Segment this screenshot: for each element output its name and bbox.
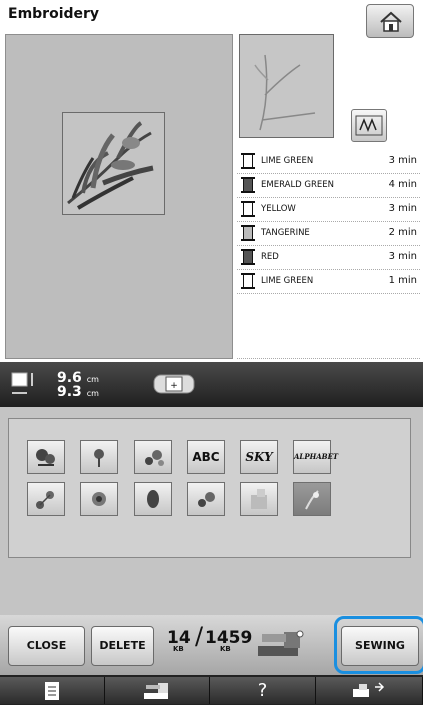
thread-minutes: 3 min	[388, 155, 417, 166]
memory-used-unit: KB	[173, 645, 184, 653]
svg-text:+: +	[170, 381, 178, 391]
thread-spool-icon	[241, 249, 255, 265]
flower-pattern-icon	[36, 491, 54, 509]
design-size-icon	[11, 372, 35, 398]
thread-spool-icon	[241, 273, 255, 289]
pattern-tile-sky[interactable]: SKY	[240, 440, 278, 474]
nav-machine-button[interactable]	[105, 677, 210, 704]
memory-separator: /	[195, 622, 204, 650]
thread-spool-icon	[241, 153, 255, 169]
thread-name: LIME GREEN	[261, 156, 314, 166]
delete-button[interactable]: DELETE	[91, 626, 154, 666]
thread-name: RED	[261, 252, 279, 262]
flower-pattern-icon	[251, 489, 267, 509]
flower-pattern-icon	[94, 449, 104, 467]
thread-name: LIME GREEN	[261, 276, 314, 286]
thread-minutes: 2 min	[388, 227, 417, 238]
nav-settings-button[interactable]	[316, 677, 423, 704]
thread-minutes: 1 min	[388, 275, 417, 286]
thread-row: LIME GREEN 1 min	[237, 270, 420, 294]
thread-row: RED 3 min	[237, 246, 420, 270]
pattern-tile-abc[interactable]: ABC	[187, 440, 225, 474]
sewing-machine-icon	[144, 683, 168, 699]
thread-row: LIME GREEN 3 min	[237, 150, 420, 174]
sewing-button[interactable]: SEWING	[341, 626, 419, 666]
thread-row: EMERALD GREEN 4 min	[237, 174, 420, 198]
pattern-tile-selected[interactable]	[293, 482, 331, 516]
pattern-tile[interactable]	[80, 482, 118, 516]
thread-spool-icon	[241, 201, 255, 217]
help-icon: ?	[257, 680, 268, 701]
thread-row: YELLOW 3 min	[237, 198, 420, 222]
close-button[interactable]: CLOSE	[8, 626, 85, 666]
flower-pattern-icon	[145, 450, 164, 466]
thread-display-toggle-button[interactable]	[351, 109, 387, 142]
flower-pattern-icon	[147, 490, 159, 508]
pattern-tile[interactable]	[187, 482, 225, 516]
thread-list-empty-row	[237, 330, 420, 359]
page-title: Embroidery	[8, 6, 100, 22]
design-thumbnail	[239, 34, 334, 138]
pattern-tile[interactable]	[134, 440, 172, 474]
embroidery-design	[62, 112, 165, 215]
embroidery-frame-icon: +	[150, 373, 206, 395]
home-button[interactable]	[366, 4, 414, 38]
machine-settings-icon	[353, 682, 385, 697]
thread-row: TANGERINE 2 min	[237, 222, 420, 246]
memory-total-unit: KB	[220, 645, 231, 653]
design-height: 9.3 cm	[57, 384, 99, 400]
flower-pattern-icon	[92, 492, 106, 506]
pattern-tile-alphabet[interactable]: ALPHABET	[293, 440, 338, 474]
pattern-tile[interactable]	[27, 482, 65, 516]
pattern-tile[interactable]	[80, 440, 118, 474]
stitch-pattern-icon	[355, 115, 383, 136]
nav-document-button[interactable]	[0, 677, 105, 704]
flower-pattern-icon	[36, 449, 55, 466]
thread-spool-icon	[241, 177, 255, 193]
sewing-machine-icon	[256, 628, 306, 658]
flower-pattern-icon	[305, 490, 319, 510]
thread-name: EMERALD GREEN	[261, 180, 335, 190]
thread-name: YELLOW	[261, 204, 296, 214]
pattern-tile[interactable]	[27, 440, 65, 474]
pattern-tile[interactable]	[240, 482, 278, 516]
thread-spool-icon	[241, 225, 255, 241]
thread-minutes: 3 min	[388, 251, 417, 262]
flower-pattern-icon	[198, 492, 215, 507]
thread-minutes: 4 min	[388, 179, 417, 190]
thread-color-list: LIME GREEN 3 min EMERALD GREEN 4 min YEL…	[237, 150, 420, 294]
document-icon	[45, 682, 59, 700]
thread-name: TANGERINE	[261, 228, 310, 238]
pattern-selection-area: ABC SKY ALPHABET	[8, 418, 411, 558]
pattern-tile[interactable]	[134, 482, 172, 516]
home-icon	[380, 11, 402, 32]
nav-help-button[interactable]: ?	[210, 677, 316, 704]
thread-minutes: 3 min	[388, 203, 417, 214]
